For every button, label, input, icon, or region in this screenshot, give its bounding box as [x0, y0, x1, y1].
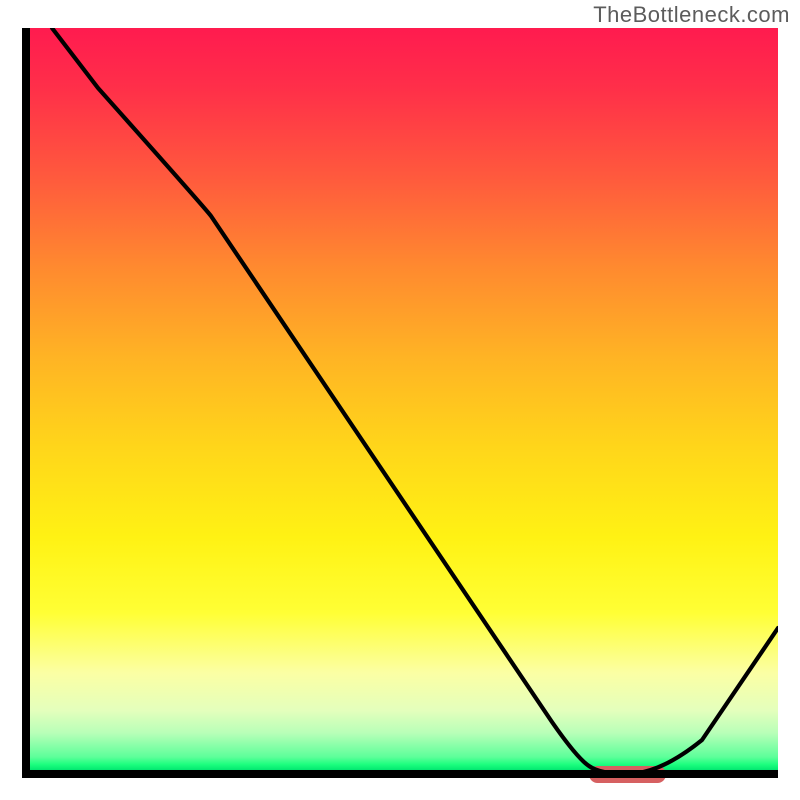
bottleneck-curve — [52, 28, 778, 774]
plot-area — [22, 28, 778, 778]
y-axis — [22, 28, 30, 778]
chart-container: TheBottleneck.com — [0, 0, 800, 800]
curve-svg — [22, 28, 778, 778]
attribution-text: TheBottleneck.com — [593, 2, 790, 28]
x-axis — [22, 770, 778, 778]
